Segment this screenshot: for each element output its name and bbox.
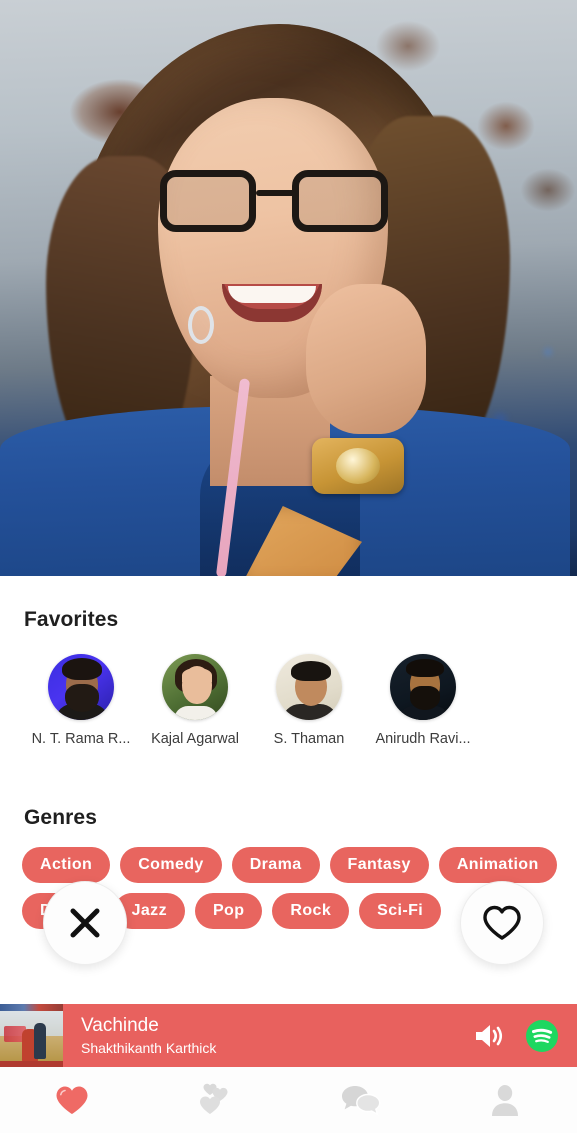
track-title: Vachinde [81, 1014, 159, 1036]
favorite-name: S. Thaman [273, 731, 345, 747]
subject-teeth [228, 286, 316, 303]
track-artist: Shakthikanth Karthick [81, 1040, 217, 1057]
gold-wristwatch [312, 438, 404, 494]
player-actions [473, 1019, 577, 1053]
now-playing-bar[interactable]: Vachinde Shakthikanth Karthick [0, 1004, 577, 1067]
favorite-name: Kajal Agarwal [151, 731, 239, 747]
hero-subject [0, 6, 570, 576]
genres-title: Genres [24, 806, 97, 829]
genre-chip[interactable]: Action [22, 847, 111, 883]
like-button[interactable] [460, 881, 544, 965]
lens-right [292, 170, 388, 232]
subject-hand [306, 284, 426, 434]
lens-bridge [256, 190, 296, 196]
nav-tab-profile[interactable] [433, 1067, 577, 1133]
genre-chip[interactable]: Rock [272, 893, 350, 929]
favorite-name: N. T. Rama R... [31, 731, 131, 747]
heart-filled-icon [56, 1086, 88, 1114]
avatar[interactable] [276, 654, 342, 720]
favorite-item[interactable]: Kajal Agarwal [138, 654, 252, 747]
genre-chip[interactable]: Comedy [120, 847, 222, 883]
favorite-item[interactable]: Anirudh Ravi... [366, 654, 480, 747]
avatar[interactable] [48, 654, 114, 720]
favorites-list: N. T. Rama R... Kajal Agarwal S. Thaman … [0, 632, 577, 747]
favorites-section: Favorites N. T. Rama R... Kajal Agarwal … [0, 576, 577, 747]
bottom-navigation [0, 1067, 577, 1133]
spotify-icon[interactable] [525, 1019, 559, 1053]
avatar[interactable] [162, 654, 228, 720]
heart-outline-icon [483, 905, 521, 940]
nav-tab-messages[interactable] [289, 1067, 433, 1133]
watch-face [336, 448, 380, 484]
album-art-thumbnail[interactable] [0, 1004, 63, 1067]
genre-chip[interactable]: Pop [194, 893, 263, 929]
genre-chip[interactable]: Drama [231, 847, 320, 883]
favorite-item[interactable]: N. T. Rama R... [24, 654, 138, 747]
person-icon [491, 1085, 518, 1116]
dismiss-button[interactable] [43, 881, 127, 965]
favorite-name: Anirudh Ravi... [375, 731, 471, 747]
genre-chip[interactable]: Sci-Fi [359, 893, 442, 929]
genre-chip[interactable]: Animation [438, 847, 557, 883]
subject-earring [188, 306, 214, 344]
volume-up-icon[interactable] [473, 1021, 507, 1051]
nav-tab-favorites[interactable] [0, 1067, 144, 1133]
favorite-item[interactable]: S. Thaman [252, 654, 366, 747]
track-info: Vachinde Shakthikanth Karthick [63, 1015, 473, 1056]
chat-bubbles-icon [341, 1086, 381, 1116]
eyeglasses-icon [160, 166, 388, 244]
close-x-icon [70, 908, 100, 938]
avatar[interactable] [390, 654, 456, 720]
multiple-hearts-icon [200, 1083, 228, 1114]
genre-chip[interactable]: Fantasy [329, 847, 429, 883]
lens-left [160, 170, 256, 232]
hero-image[interactable] [0, 0, 577, 576]
nav-tab-matches[interactable] [144, 1067, 288, 1133]
app-root: Favorites N. T. Rama R... Kajal Agarwal … [0, 0, 577, 1133]
favorites-title: Favorites [24, 608, 119, 631]
